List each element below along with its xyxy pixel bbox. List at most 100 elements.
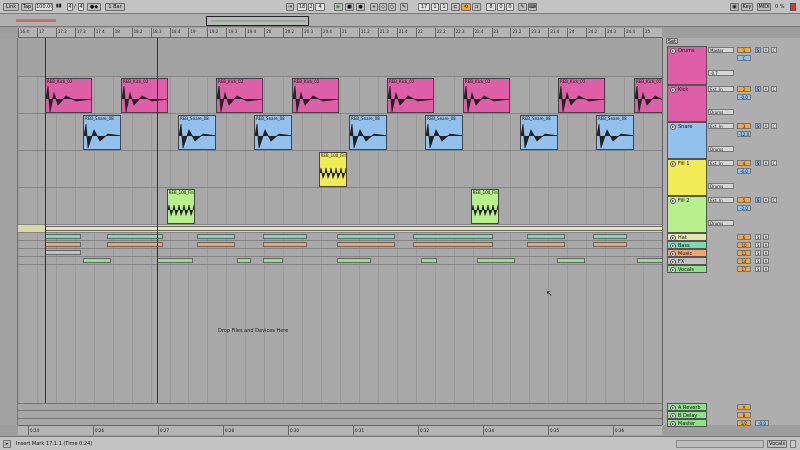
- track-toggle-s[interactable]: S: [755, 47, 761, 53]
- volume-field[interactable]: -2.0: [737, 205, 751, 211]
- track-toggle-s[interactable]: S: [755, 242, 761, 248]
- signature-denominator[interactable]: 4: [78, 3, 84, 11]
- computer-midi-keyboard-button[interactable]: ⌨: [528, 3, 537, 11]
- clip-music[interactable]: [45, 242, 81, 247]
- tempo-field[interactable]: 100.00: [35, 3, 53, 11]
- loop-length-beat[interactable]: 0: [497, 3, 505, 11]
- track-number[interactable]: 4: [737, 160, 751, 166]
- track-toggle-s[interactable]: S: [755, 160, 761, 166]
- clip-bass[interactable]: [197, 234, 235, 239]
- routing-select[interactable]: Master: [708, 47, 734, 53]
- routing-select[interactable]: Ext. In: [708, 86, 734, 92]
- track-activator-icon[interactable]: ▸: [670, 87, 676, 93]
- overview-viewport-box[interactable]: [206, 16, 309, 26]
- position-beat[interactable]: 2: [308, 3, 314, 11]
- master-volume[interactable]: -0.0: [755, 420, 769, 426]
- track-header-fill-2[interactable]: ▸ Fill 2: [667, 196, 707, 233]
- track-toggle-s[interactable]: S: [755, 86, 761, 92]
- volume-field[interactable]: -6.0: [737, 168, 751, 174]
- routing-select[interactable]: Ext. In: [708, 197, 734, 203]
- lane-a-reverb[interactable]: [18, 403, 662, 411]
- clip-hat[interactable]: [45, 226, 662, 231]
- track-number[interactable]: 11: [737, 250, 751, 256]
- quantize-menu[interactable]: 1 Bar: [105, 3, 125, 11]
- clip-bass[interactable]: [107, 234, 163, 239]
- loop-length-bar[interactable]: 8: [486, 3, 496, 11]
- lane-drums[interactable]: [18, 38, 662, 77]
- track-header-fx[interactable]: ▸ FX: [667, 257, 707, 265]
- clip-music[interactable]: [527, 242, 565, 247]
- lane-fx[interactable]: [18, 249, 662, 257]
- clip-music[interactable]: [593, 242, 627, 247]
- tap-tempo-button[interactable]: Tap: [21, 3, 33, 11]
- clip-music[interactable]: [107, 242, 163, 247]
- clip-bass[interactable]: [337, 234, 395, 239]
- clip-vocals[interactable]: [157, 258, 193, 263]
- track-toggle-a[interactable]: A: [763, 242, 769, 248]
- clip-fill1[interactable]: REB_100_Fill: [318, 152, 347, 187]
- position-bar[interactable]: 18: [297, 3, 307, 11]
- track-toggle-c[interactable]: C: [771, 197, 777, 203]
- selected-track-button[interactable]: Vocals: [767, 440, 787, 448]
- track-number[interactable]: 1: [737, 47, 751, 53]
- clip-kick[interactable]: REB_Kick_02: [292, 78, 339, 113]
- stop-button[interactable]: ■: [345, 3, 354, 11]
- play-button[interactable]: ▶: [334, 3, 343, 11]
- volume-field[interactable]: C: [737, 55, 751, 61]
- clip-kick[interactable]: REB_Kick_02: [463, 78, 510, 113]
- punch-out-button[interactable]: ⊐: [472, 3, 481, 11]
- clip-fill2[interactable]: REB_100_Fill: [470, 189, 499, 224]
- clip-music[interactable]: [413, 242, 493, 247]
- clip-vocals[interactable]: [637, 258, 662, 263]
- track-toggle-s[interactable]: S: [755, 123, 761, 129]
- clip-kick[interactable]: REB_Kick_02: [387, 78, 434, 113]
- track-header-hat[interactable]: ▸ Hat: [667, 233, 707, 241]
- track-toggle-c[interactable]: C: [771, 86, 777, 92]
- track-toggle-s[interactable]: S: [755, 234, 761, 240]
- track-number[interactable]: 3: [737, 123, 751, 129]
- track-toggle-a[interactable]: A: [763, 47, 769, 53]
- track-activator-icon[interactable]: ▸: [670, 198, 676, 204]
- track-number[interactable]: 2: [737, 86, 751, 92]
- track-number[interactable]: 17: [737, 266, 751, 272]
- output-select[interactable]: Drums: [708, 183, 734, 189]
- clip-vocals[interactable]: [421, 258, 437, 263]
- clip-music[interactable]: [197, 242, 235, 247]
- track-header-vocals[interactable]: ▸ Vocals: [667, 265, 707, 273]
- track-toggle-s[interactable]: S: [755, 258, 761, 264]
- track-number[interactable]: 5: [737, 197, 751, 203]
- loop-start-bar[interactable]: 17: [418, 3, 430, 11]
- output-select[interactable]: Drums: [708, 109, 734, 115]
- routing-select[interactable]: Ext. In: [708, 123, 734, 129]
- info-toggle-icon[interactable]: ▸: [3, 440, 11, 448]
- automation-arm-button[interactable]: ◇: [379, 3, 387, 11]
- clip-bass[interactable]: [593, 234, 627, 239]
- clip-vocals[interactable]: [83, 258, 111, 263]
- clip-vocals[interactable]: [237, 258, 251, 263]
- panel-toggle-icon[interactable]: [790, 440, 796, 448]
- clip-kick[interactable]: REB_Kick_02: [558, 78, 605, 113]
- loop-switch-button[interactable]: ⟲: [461, 3, 471, 11]
- session-record-button[interactable]: ○: [388, 3, 396, 11]
- return-number[interactable]: B: [737, 412, 751, 418]
- clip-snare[interactable]: REB_Snare_08: [596, 115, 634, 150]
- track-header-kick[interactable]: ▸ Kick: [667, 85, 707, 122]
- clip-vocals[interactable]: [557, 258, 585, 263]
- tempo-nudge-icon[interactable]: ▮▮: [56, 3, 62, 9]
- track-header-a-reverb[interactable]: ▸ A Reverb: [667, 403, 707, 411]
- signature-numerator[interactable]: 4: [67, 3, 73, 11]
- metronome-button[interactable]: ●◆: [87, 3, 101, 11]
- clip-kick[interactable]: REB_Kick_02: [634, 78, 662, 113]
- draw-button[interactable]: ✎: [518, 3, 527, 11]
- clip-vocals[interactable]: [337, 258, 371, 263]
- arrangement-view[interactable]: REB_Kick_02 REB_Kick_02 REB_Kick_02 REB_Kic…: [18, 38, 662, 425]
- clip-fx[interactable]: [45, 250, 81, 255]
- beat-time-ruler[interactable]: 16.4 17 17.2 17.3 17.4 18 18.2 18.3 18.4 19 19.2 19…: [18, 28, 662, 38]
- track-header-snare[interactable]: ▸ Snare: [667, 122, 707, 159]
- track-toggle-a[interactable]: A: [763, 266, 769, 272]
- track-header-music[interactable]: ▸ Music: [667, 249, 707, 257]
- time-ruler[interactable]: 0:24 0:26 0:27 0:28 0:30 0:31 0:32 0:34 0:35 0:36: [18, 425, 662, 435]
- clip-bass[interactable]: [527, 234, 565, 239]
- clip-bass[interactable]: [263, 234, 307, 239]
- track-number[interactable]: 10: [737, 242, 751, 248]
